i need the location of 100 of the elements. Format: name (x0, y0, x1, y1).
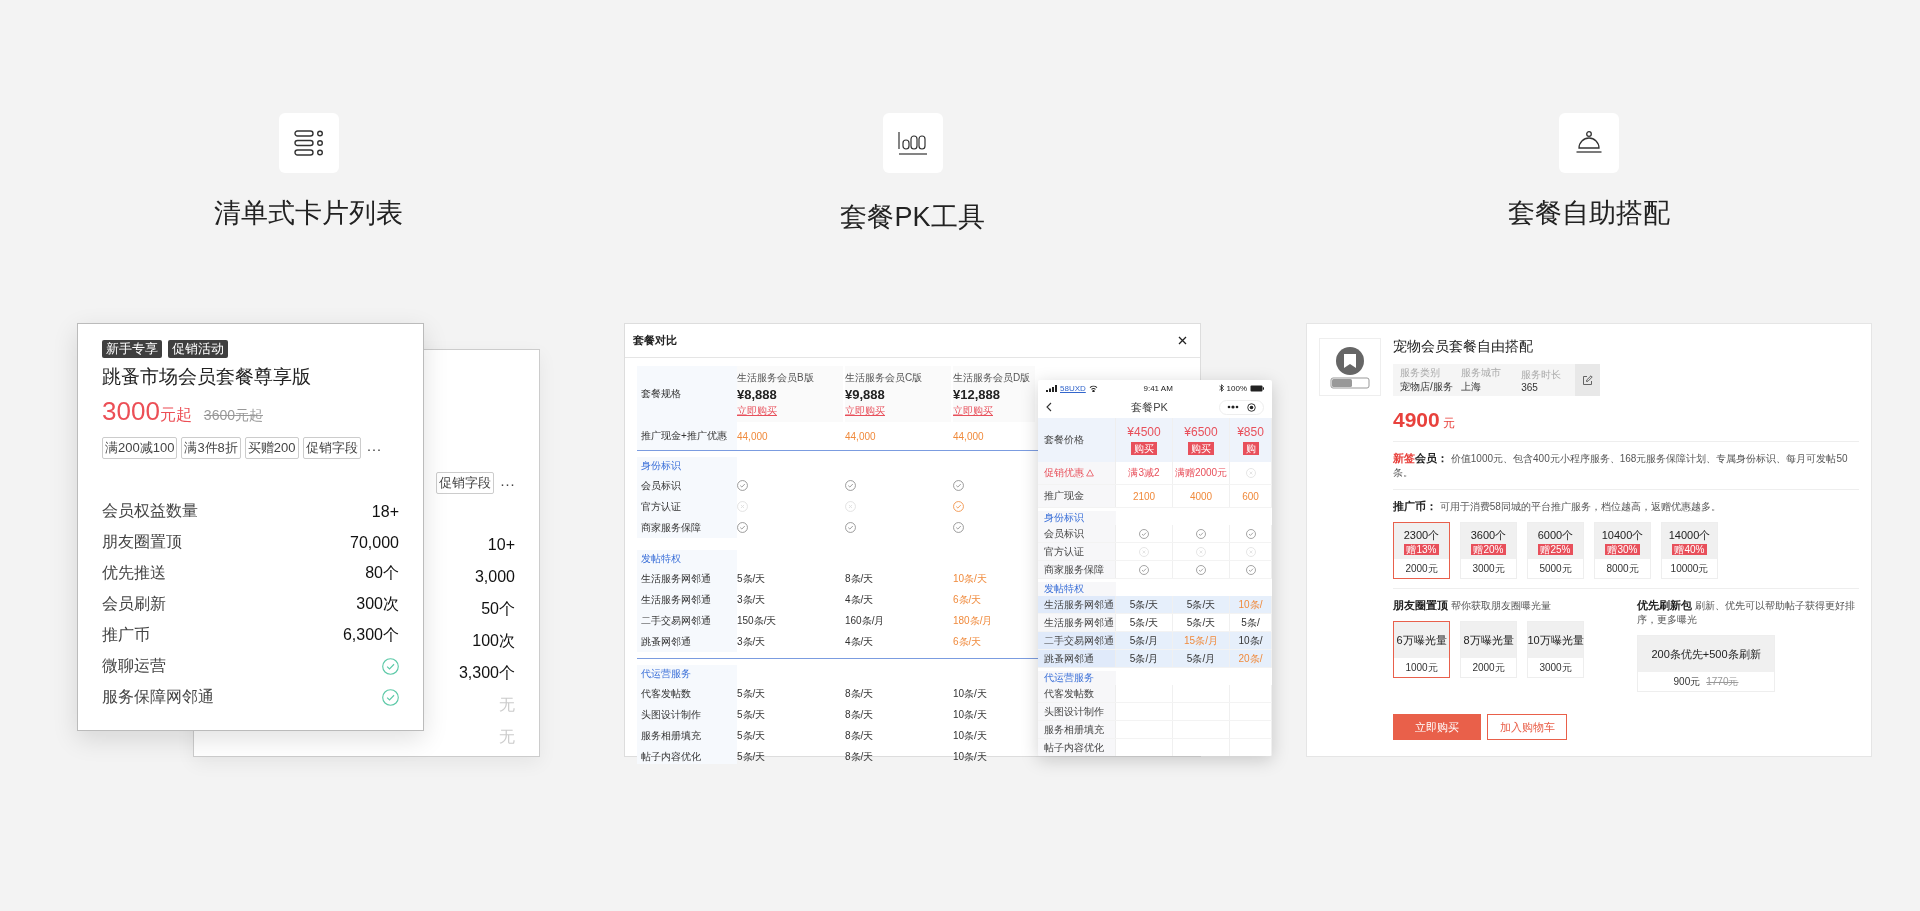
buy-link[interactable]: 立即购买 (845, 403, 951, 418)
option-price: 900元 (1673, 675, 1701, 689)
exposure-option[interactable]: 6万曝光量 1000元 (1393, 621, 1450, 678)
table-cell: 满赠2000元 (1174, 466, 1228, 480)
row-label: 推广现金+推广优惠 (641, 429, 727, 443)
benefit-label: 微聊运营 (102, 656, 166, 676)
table-cell: 600 (1242, 490, 1259, 502)
option-price: 2000元 (1472, 661, 1505, 675)
option-price: 10000元 (1670, 562, 1709, 576)
original-price: 3600元起 (203, 407, 263, 425)
benefit-value: 300次 (356, 594, 399, 614)
table-cell: 8条/天 (845, 571, 874, 586)
target-icon[interactable] (1247, 402, 1256, 412)
table-cell: 8条/天 (845, 728, 874, 743)
row-label: 官方认证 (1044, 544, 1084, 559)
info-value: 365 (1521, 381, 1539, 393)
edit-button[interactable] (1574, 364, 1600, 396)
back-icon[interactable] (1046, 402, 1052, 412)
cross-circle-icon (1245, 468, 1256, 478)
buy-button[interactable]: 购买 (1188, 442, 1214, 455)
benefit-value: 80个 (365, 563, 399, 583)
coin-option[interactable]: 2300个 赠13% 2000元 (1393, 522, 1450, 579)
label-badge: 促销活动 (168, 340, 228, 358)
promo-tag: 满200减100 (102, 437, 178, 459)
table-cell: 5条/天 (737, 728, 766, 743)
benefit-value: 100次 (472, 630, 515, 651)
exposure-option[interactable]: 10万曝光量 3000元 (1527, 621, 1584, 678)
option-amount: 10万曝光量 (1527, 632, 1584, 648)
coin-option[interactable]: 14000个 赠40% 10000元 (1661, 522, 1718, 579)
promo-tag: 促销字段 (302, 437, 361, 459)
benefit-label: 会员刷新 (102, 594, 166, 614)
benefit-label: 会员权益数量 (102, 501, 198, 521)
table-cell: 2100 (1132, 490, 1156, 502)
benefit-value: 70,000 (350, 533, 399, 552)
benefit-value: 3,000 (474, 568, 515, 586)
feature-title: 套餐自助搭配 (1508, 197, 1670, 230)
edit-icon[interactable] (1581, 374, 1593, 386)
price-unit: 元起 (159, 405, 192, 425)
table-cell: 10条/天 (953, 707, 987, 722)
cross-circle-icon (1245, 546, 1256, 557)
row-label: 生活服务网邻通 (641, 571, 711, 586)
row-label: 头图设计制作 (1044, 704, 1104, 719)
table-cell: 160条/月 (845, 613, 885, 628)
feature-title: 套餐PK工具 (840, 201, 985, 234)
bonus-tag: 赠20% (1471, 543, 1506, 555)
list-icon (293, 130, 324, 156)
coin-option[interactable]: 10400个 赠30% 8000元 (1594, 522, 1651, 579)
table-cell: 5条/天 (737, 571, 766, 586)
buy-link[interactable]: 立即购买 (737, 403, 843, 418)
buy-button[interactable]: 购买 (1131, 442, 1157, 455)
table-cell: 5条/天 (1186, 597, 1216, 612)
table-cell: 15条/月 (1184, 633, 1218, 648)
package-title: 宠物会员套餐自由搭配 (1393, 338, 1534, 356)
plan-price: ¥8,888 (737, 386, 778, 402)
coin-option[interactable]: 3600个 赠20% 3000元 (1460, 522, 1517, 579)
plan-price: ¥6500 (1184, 425, 1218, 439)
panel-title: 套餐对比 (633, 333, 677, 348)
row-label: 商家服务保障 (1044, 562, 1104, 577)
buy-link[interactable]: 立即购买 (953, 403, 1035, 418)
option-price: 5000元 (1539, 562, 1572, 576)
table-cell: 10条/天 (953, 686, 987, 701)
table-cell: 8条/天 (845, 686, 874, 701)
cross-circle-icon (1139, 546, 1149, 557)
wifi-icon (1088, 384, 1098, 392)
coin-option[interactable]: 6000个 赠25% 5000元 (1527, 522, 1584, 579)
bonus-tag: 赠25% (1538, 543, 1573, 555)
table-cell: 5条/月 (1129, 651, 1159, 666)
table-cell: 44,000 (953, 430, 984, 442)
table-cell: 10条/ (1238, 597, 1263, 612)
benefit-value: 6,300个 (342, 625, 399, 645)
original-price: 1770元 (1706, 674, 1739, 689)
table-cell: 10条/天 (953, 571, 987, 586)
row-label: 跳蚤网邻通 (1044, 651, 1094, 666)
close-icon[interactable] (1178, 336, 1187, 345)
bluetooth-icon (1218, 384, 1224, 392)
row-label: 帖子内容优化 (641, 749, 701, 764)
benefit-value: 18+ (371, 502, 399, 521)
row-label: 代客发帖数 (1044, 686, 1094, 701)
row-label: 跳蚤网邻通 (641, 634, 691, 649)
benefit-value: 3,300个 (458, 662, 515, 683)
row-label: 二手交易网邻通 (641, 613, 711, 628)
benefit-label: 朋友圈置顶 (102, 532, 182, 552)
price: 3000 (102, 396, 160, 427)
table-cell: 8条/天 (845, 707, 874, 722)
more-indicator: ··· (500, 474, 515, 492)
row-label: 生活服务网邻通 (1044, 615, 1114, 630)
row-label: 生活服务网邻通 (641, 592, 711, 607)
add-to-cart-button[interactable]: 加入购物车 (1487, 714, 1567, 740)
buy-button[interactable]: 购 (1242, 442, 1259, 455)
cross-circle-icon (737, 501, 748, 512)
exposure-option[interactable]: 8万曝光量 2000元 (1460, 621, 1517, 678)
plan-name: 生活服务会员C版 (845, 370, 924, 385)
status-time: 9:41 AM (1143, 383, 1173, 393)
more-indicator: ··· (366, 439, 382, 457)
refresh-option[interactable]: 200条优先+500条刷新 900元 1770元 (1637, 635, 1775, 692)
benefit-label: 优先推送 (102, 563, 166, 583)
more-icon[interactable] (1227, 405, 1239, 409)
service-bell-icon (1575, 130, 1603, 156)
plan-price: ¥12,888 (953, 386, 1001, 402)
option-price: 2000元 (1405, 562, 1438, 576)
